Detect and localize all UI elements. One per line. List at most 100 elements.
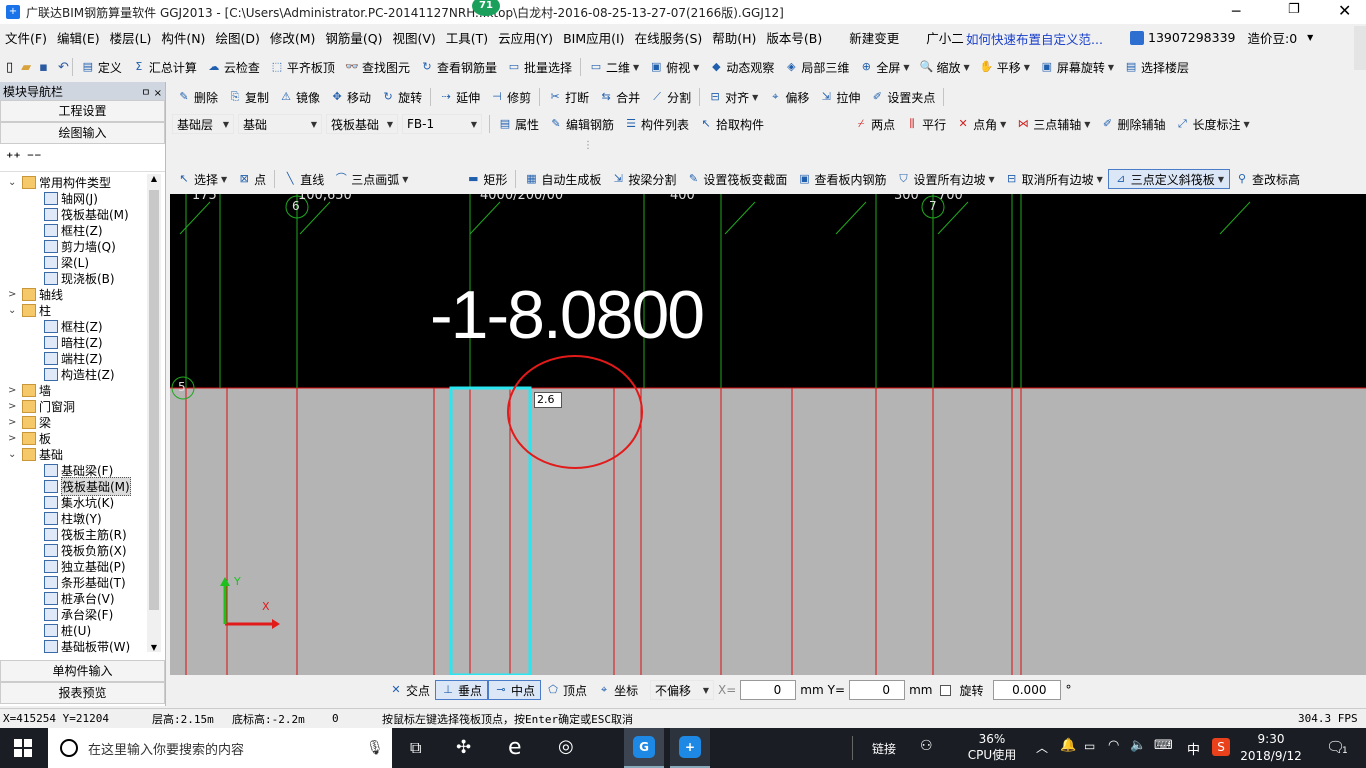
- tb3-item-6[interactable]: ✕ 点角 ▼: [951, 114, 1011, 134]
- menu-item-0[interactable]: 文件(F): [0, 28, 52, 47]
- tb3-item-0[interactable]: ▤ 属性: [493, 114, 544, 134]
- tree-item[interactable]: 梁(L): [4, 254, 146, 270]
- tb4-item-12[interactable]: ⚲ 查改标高: [1230, 169, 1305, 189]
- edge-icon[interactable]: e: [508, 735, 522, 760]
- angle-input[interactable]: 0.000: [993, 680, 1062, 700]
- tb4-item-3[interactable]: ⌒ 三点画弧 ▼: [329, 169, 413, 189]
- taskbar-search[interactable]: 在这里输入你要搜索的内容 🎙: [48, 728, 392, 768]
- tree-folder[interactable]: > 板: [4, 430, 146, 446]
- tray-link-label[interactable]: 链接: [872, 740, 896, 757]
- nav-single-button[interactable]: 单构件输入: [0, 660, 165, 682]
- tb2-item-3[interactable]: ✥ 移动: [325, 87, 376, 107]
- tb1-item-12[interactable]: 🔍 缩放 ▼: [915, 57, 975, 77]
- tb2-item-0[interactable]: ✎ 删除: [172, 87, 223, 107]
- tb2-item-9[interactable]: ⟋ 分割: [645, 87, 696, 107]
- windows-start-icon[interactable]: [14, 739, 32, 757]
- tree-item[interactable]: 承台梁(F): [4, 606, 146, 622]
- expand-icon[interactable]: >: [8, 417, 22, 428]
- tree-item[interactable]: 剪力墙(Q): [4, 238, 146, 254]
- tree-item[interactable]: 筏板负筋(X): [4, 542, 146, 558]
- menu-item-14[interactable]: 新建变更: [827, 28, 904, 47]
- tree-item[interactable]: 构造柱(Z): [4, 366, 146, 382]
- drawing-canvas[interactable]: 175 100,650 4000/200/00 400 300 700 6 7 …: [170, 194, 1366, 675]
- cpu-meter[interactable]: 36% CPU使用: [962, 731, 1022, 763]
- tb1-item-14[interactable]: ▣ 屏幕旋转 ▼: [1035, 57, 1119, 77]
- tree-folder[interactable]: ⌄ 常用构件类型: [4, 174, 146, 190]
- tb1-item-11[interactable]: ⊕ 全屏 ▼: [854, 57, 914, 77]
- snap-item-0[interactable]: ✕ 交点: [384, 680, 435, 700]
- y-input[interactable]: 0: [849, 680, 906, 700]
- tb2-item-12[interactable]: ⇲ 拉伸: [814, 87, 865, 107]
- expand-all-icon[interactable]: ⁺⁺: [6, 150, 21, 166]
- layer-combo-1[interactable]: 基础 ▼: [238, 114, 322, 134]
- layer-combo-3[interactable]: FB-1 ▼: [402, 114, 482, 134]
- people-icon[interactable]: ⚇: [920, 738, 933, 754]
- expand-icon[interactable]: >: [8, 289, 22, 300]
- tree-folder[interactable]: > 轴线: [4, 286, 146, 302]
- nav-pin-close[interactable]: ㅁ ×: [141, 84, 162, 99]
- tb2-item-6[interactable]: ⊣ 修剪: [485, 87, 536, 107]
- tree-item[interactable]: 框柱(Z): [4, 222, 146, 238]
- tb1-item-10[interactable]: ◈ 局部三维: [779, 57, 854, 77]
- sogou-icon[interactable]: S: [1212, 738, 1230, 756]
- expand-icon[interactable]: >: [8, 433, 22, 444]
- glodon-icon-1[interactable]: G: [624, 728, 664, 768]
- menu-item-11[interactable]: 在线服务(S): [630, 28, 708, 47]
- tree-item[interactable]: 暗柱(Z): [4, 334, 146, 350]
- tb3-item-7[interactable]: ⋈ 三点辅轴 ▼: [1011, 114, 1095, 134]
- battery-icon[interactable]: ▭: [1084, 739, 1095, 753]
- tree-item[interactable]: 桩承台(V): [4, 590, 146, 606]
- bell-icon[interactable]: 🔔: [1060, 738, 1076, 753]
- undo-icon[interactable]: ↶: [58, 60, 69, 75]
- tb4-item-11[interactable]: ⊿ 三点定义斜筏板 ▼: [1107, 169, 1230, 189]
- restore-icon[interactable]: ❐: [1288, 2, 1300, 17]
- offset-combo[interactable]: 不偏移 ▼: [650, 680, 714, 700]
- layer-combo-2[interactable]: 筏板基础 ▼: [326, 114, 398, 134]
- mic-icon[interactable]: 🎙: [366, 740, 384, 756]
- minimize-icon[interactable]: ─: [1232, 4, 1240, 20]
- menu-item-6[interactable]: 钢筋量(Q): [320, 28, 387, 47]
- save-icon[interactable]: ▪: [39, 60, 48, 75]
- tb4-item-4[interactable]: ▬ 矩形: [461, 169, 512, 189]
- tree-item[interactable]: 基础板带(W): [4, 638, 146, 654]
- collapse-all-icon[interactable]: ⁻⁻: [27, 150, 42, 166]
- tb1-item-7[interactable]: ▭ 二维 ▼: [584, 57, 644, 77]
- menu-item-10[interactable]: BIM应用(I): [558, 28, 630, 47]
- menu-item-2[interactable]: 楼层(L): [105, 28, 157, 47]
- tb3-item-8[interactable]: ✐ 删除辅轴: [1095, 114, 1170, 134]
- ime-label[interactable]: 中: [1187, 739, 1200, 758]
- new-file-icon[interactable]: ▯: [6, 60, 13, 75]
- wifi-icon[interactable]: ◠: [1108, 738, 1119, 753]
- snap-item-1[interactable]: ⊥ 垂点: [435, 680, 489, 700]
- tb1-item-5[interactable]: ↻ 查看钢筋量: [415, 57, 502, 77]
- tb4-item-6[interactable]: ⇲ 按梁分割: [606, 169, 681, 189]
- nav-scroll-thumb[interactable]: [149, 190, 159, 610]
- tree-item[interactable]: 现浇板(B): [4, 270, 146, 286]
- snap-item-2[interactable]: ⊸ 中点: [488, 680, 542, 700]
- tree-folder[interactable]: > 墙: [4, 382, 146, 398]
- tree-item[interactable]: 端柱(Z): [4, 350, 146, 366]
- tray-chevron-icon[interactable]: ︿: [1036, 739, 1048, 756]
- tb1-item-2[interactable]: ☁ 云检查: [202, 57, 265, 77]
- menu-item-5[interactable]: 修改(M): [265, 28, 321, 47]
- task-view-icon[interactable]: ⧉: [410, 738, 421, 758]
- nav-report-button[interactable]: 报表预览: [0, 682, 165, 704]
- tree-item[interactable]: 柱墩(Y): [4, 510, 146, 526]
- tree-item[interactable]: 条形基础(T): [4, 574, 146, 590]
- menu-item-8[interactable]: 工具(T): [441, 28, 493, 47]
- menu-item-13[interactable]: 版本号(B): [761, 28, 827, 47]
- tb4-item-5[interactable]: ▦ 自动生成板: [519, 169, 606, 189]
- nav-draw-button[interactable]: 绘图输入: [0, 122, 165, 144]
- glodon-icon-2[interactable]: +: [670, 728, 710, 768]
- tb1-item-1[interactable]: Σ 汇总计算: [127, 57, 202, 77]
- volume-icon[interactable]: 🔈: [1130, 738, 1146, 753]
- x-input[interactable]: 0: [740, 680, 797, 700]
- snap-item-3[interactable]: ⬠ 顶点: [541, 680, 592, 700]
- tb4-item-7[interactable]: ✎ 设置筏板变截面: [681, 169, 792, 189]
- tb2-item-13[interactable]: ✐ 设置夹点: [865, 87, 940, 107]
- tree-folder[interactable]: > 梁: [4, 414, 146, 430]
- tb1-item-4[interactable]: 👓 查找图元: [340, 57, 415, 77]
- collapse-icon[interactable]: ⌄: [8, 305, 22, 316]
- menu-item-12[interactable]: 帮助(H): [707, 28, 761, 47]
- tb2-item-4[interactable]: ↻ 旋转: [376, 87, 427, 107]
